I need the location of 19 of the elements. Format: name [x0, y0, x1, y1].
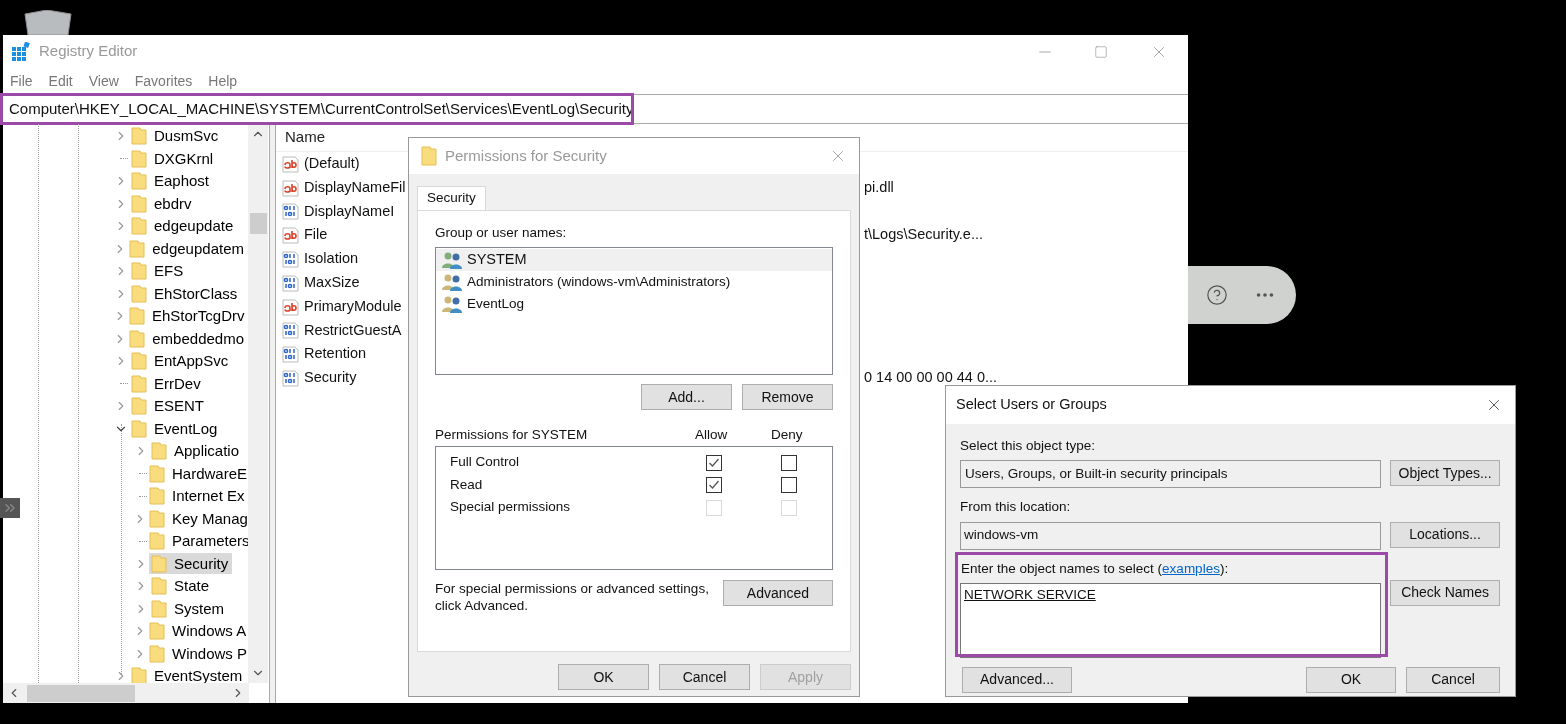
value-data: pi.dll [864, 177, 895, 197]
section-label: Group or user names: [435, 224, 568, 242]
value-data: 0 14 00 00 00 44 0... [864, 368, 999, 388]
value-data: t\Logs\Security.e... [864, 225, 984, 245]
dialog-title: Select Users or Groups [956, 395, 1107, 415]
window-title: Registry Editor [39, 41, 138, 62]
field-label: Select this object type: [960, 437, 1097, 455]
dialog-title: Permissions for Security [445, 145, 607, 166]
permission-name: Full Control [450, 453, 521, 472]
location-field: windows-vm [960, 521, 1382, 550]
permission-name: Read [450, 475, 484, 494]
field-label: From this location: [960, 498, 1072, 517]
permission-name: Special permissions [450, 498, 572, 517]
field-label: Enter the object names to select (examples): [960, 559, 1230, 578]
object-type-field: Users, Groups, or Built-in security principals [960, 460, 1382, 489]
advanced-note: For special permissions or advanced settings, click Advanced. [435, 580, 710, 615]
section-label: Permissions for SYSTEM [435, 426, 589, 445]
column-header: Deny [771, 426, 803, 445]
column-header: Allow [695, 426, 729, 445]
